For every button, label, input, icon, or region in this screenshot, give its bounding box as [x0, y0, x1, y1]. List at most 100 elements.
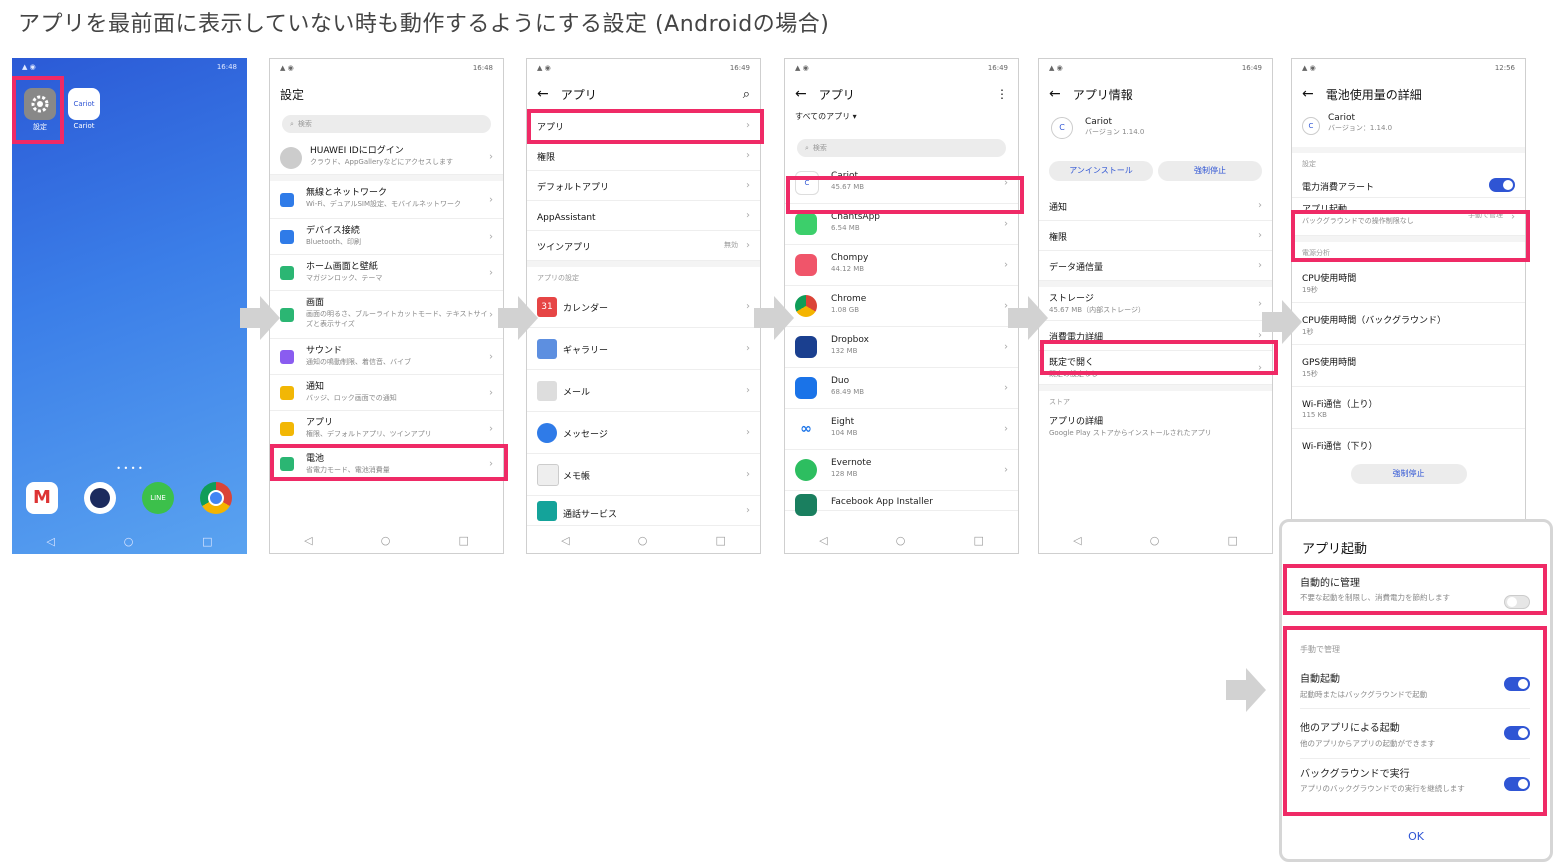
app-row-eight[interactable]: ∞ Eight 104 MB ›	[785, 409, 1018, 450]
app-row-chrome[interactable]: Chrome 1.08 GB ›	[785, 286, 1018, 327]
recent-nav-icon[interactable]: □	[459, 534, 469, 547]
app-row-evernote[interactable]: Evernote 128 MB ›	[785, 450, 1018, 491]
chrome-icon	[795, 295, 817, 317]
chevron-right-icon: ›	[1258, 259, 1262, 271]
power-alert-row[interactable]: 電力消費アラート	[1292, 172, 1525, 198]
dropbox-icon	[795, 336, 817, 358]
home-nav-icon[interactable]: ○	[1150, 534, 1160, 547]
avatar	[280, 147, 302, 169]
facebook-icon	[795, 494, 817, 516]
back-nav-icon[interactable]: ◁	[1073, 534, 1081, 547]
camera-icon[interactable]	[84, 482, 116, 514]
highlight-apps-item	[270, 444, 508, 481]
app-row-chompy[interactable]: Chompy 44.12 MB ›	[785, 245, 1018, 286]
back-arrow-icon[interactable]: ←	[795, 86, 807, 102]
settings-item-notifications[interactable]: 通知 バッジ、ロック画面での通知 ›	[270, 375, 503, 411]
nav-bar: ◁ ○ □	[527, 527, 760, 553]
recent-nav-icon[interactable]: □	[716, 534, 726, 547]
huawei-id-row[interactable]: HUAWEI IDにログイン クラウド、AppGalleryなどにアクセスします…	[270, 139, 503, 175]
settings-item-network[interactable]: 無線とネットワーク Wi-Fi、デュアルSIM設定、モバイルネットワーク ›	[270, 181, 503, 219]
app-row-duo[interactable]: Duo 68.49 MB ›	[785, 368, 1018, 409]
chevron-right-icon: ›	[1004, 218, 1008, 230]
menu-item-permissions[interactable]: 権限 ›	[527, 141, 760, 171]
cariot-app-icon[interactable]: Cariot	[68, 88, 100, 120]
android-icon	[795, 213, 817, 235]
home-nav-icon[interactable]: ○	[896, 534, 906, 547]
settings-item-sound[interactable]: サウンド 通知の鳴動制限、着信音、バイブ ›	[270, 339, 503, 375]
app-item-mail[interactable]: メール ›	[527, 370, 760, 412]
nav-bar: ◁ ○ □	[1039, 527, 1272, 553]
signal-icon: ▲ ◉	[537, 64, 551, 72]
recent-nav-icon[interactable]: □	[202, 535, 212, 548]
back-nav-icon[interactable]: ◁	[561, 534, 569, 547]
home-nav-icon[interactable]: ○	[124, 535, 134, 548]
page-dots: • • • •	[116, 464, 143, 473]
back-arrow-icon[interactable]: ←	[1302, 86, 1314, 102]
chevron-right-icon: ›	[746, 468, 750, 480]
chevron-right-icon: ›	[746, 426, 750, 438]
info-item-app-details[interactable]: アプリの詳細 Google Play ストアからインストールされたアプリ	[1039, 410, 1272, 442]
app-row-dropbox[interactable]: Dropbox 132 MB ›	[785, 327, 1018, 368]
cariot-app-label: Cariot	[73, 122, 95, 130]
chevron-right-icon: ›	[1258, 229, 1262, 241]
info-item-storage[interactable]: ストレージ 45.67 MB（内部ストレージ） ›	[1039, 287, 1272, 321]
dialog-title: アプリ起動	[1302, 542, 1368, 557]
info-item-data-usage[interactable]: データ通信量 ›	[1039, 251, 1272, 281]
settings-item-apps[interactable]: アプリ 権限、デフォルトアプリ、ツインアプリ ›	[270, 411, 503, 447]
app-item-notepad[interactable]: メモ帳 ›	[527, 454, 760, 496]
force-stop-button[interactable]: 強制停止	[1350, 464, 1467, 484]
app-row-facebook-installer[interactable]: Facebook App Installer	[785, 491, 1018, 516]
settings-item-device[interactable]: デバイス接続 Bluetooth、印刷 ›	[270, 219, 503, 255]
force-stop-button[interactable]: 強制停止	[1158, 161, 1262, 181]
chevron-right-icon: ›	[489, 309, 493, 320]
page-title: アプリを最前面に表示していない時も動作するようにする設定 (Androidの場合…	[18, 12, 830, 37]
line-icon[interactable]: LINE	[142, 482, 174, 514]
app-item-call-service[interactable]: 通話サービス ›	[527, 496, 760, 526]
ok-button[interactable]: OK	[1282, 830, 1550, 843]
chompy-icon	[795, 254, 817, 276]
more-vert-icon[interactable]: ⋮	[996, 87, 1008, 101]
menu-item-appassistant[interactable]: AppAssistant ›	[527, 201, 760, 231]
search-icon: ⌕	[805, 143, 809, 152]
recent-nav-icon[interactable]: □	[1228, 534, 1238, 547]
metric-cpu: CPU使用時間 19秒	[1292, 261, 1525, 303]
chrome-icon[interactable]	[200, 482, 232, 514]
menu-item-default-apps[interactable]: デフォルトアプリ ›	[527, 171, 760, 201]
search-icon[interactable]: ⌕	[743, 87, 750, 102]
screen-title: 電池使用量の詳細	[1325, 87, 1422, 102]
info-item-permissions[interactable]: 権限 ›	[1039, 221, 1272, 251]
power-alert-toggle[interactable]	[1489, 177, 1515, 192]
back-nav-icon[interactable]: ◁	[304, 534, 312, 547]
metric-wifi-up: Wi-Fi通信（上り） 115 KB	[1292, 387, 1525, 429]
back-arrow-icon[interactable]: ←	[1049, 86, 1061, 102]
notepad-icon	[537, 463, 559, 486]
evernote-icon	[795, 459, 817, 481]
info-item-notifications[interactable]: 通知 ›	[1039, 191, 1272, 221]
back-nav-icon[interactable]: ◁	[819, 534, 827, 547]
recent-nav-icon[interactable]: □	[974, 534, 984, 547]
home-nav-icon[interactable]: ○	[381, 534, 391, 547]
search-input[interactable]: ⌕ 検索	[282, 115, 491, 133]
back-arrow-icon[interactable]: ←	[537, 86, 549, 102]
chevron-right-icon: ›	[489, 151, 493, 162]
settings-item-display[interactable]: 画面 画面の明るさ、ブルーライトカットモード、テキストサイズと表示サイズ ›	[270, 291, 503, 339]
wifi-icon	[280, 192, 294, 207]
home-nav-icon[interactable]: ○	[638, 534, 648, 547]
search-input[interactable]: ⌕ 検索	[797, 139, 1006, 157]
section-store: ストア	[1049, 398, 1070, 406]
chevron-right-icon: ›	[746, 149, 750, 161]
app-item-calendar[interactable]: 31 カレンダー ›	[527, 286, 760, 328]
search-icon: ⌕	[290, 119, 294, 128]
app-item-messages[interactable]: メッセージ ›	[527, 412, 760, 454]
chevron-right-icon: ›	[489, 423, 493, 434]
section-app-settings: アプリの設定	[537, 274, 579, 282]
menu-item-twin-apps[interactable]: ツインアプリ 無効 ›	[527, 231, 760, 261]
uninstall-button[interactable]: アンインストール	[1049, 161, 1153, 181]
chevron-right-icon: ›	[489, 231, 493, 242]
app-header: C Cariot バージョン 1.14.0	[1039, 111, 1272, 151]
back-nav-icon[interactable]: ◁	[46, 535, 54, 548]
filter-dropdown[interactable]: すべてのアプリ ▾	[785, 111, 1018, 129]
settings-item-home[interactable]: ホーム画面と壁紙 マガジンロック、テーマ ›	[270, 255, 503, 291]
app-item-gallery[interactable]: ギャラリー ›	[527, 328, 760, 370]
gmail-icon[interactable]: M	[26, 482, 58, 514]
